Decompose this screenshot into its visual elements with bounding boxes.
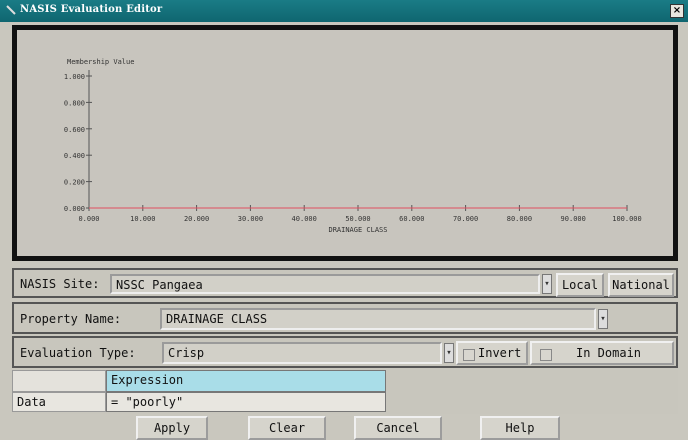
- evaluation-label: Evaluation Type:: [20, 346, 136, 360]
- x-tick-label: 40.000: [292, 215, 317, 223]
- membership-chart: 0.000 0.200 0.400 0.600 0.800 1.000 0.000 10.00…: [64, 58, 642, 234]
- close-button[interactable]: ×: [670, 4, 684, 18]
- y-tick-label: 0.200: [64, 179, 85, 187]
- property-dropdown-arrow-icon[interactable]: ▾: [598, 309, 608, 329]
- in-domain-checkbox[interactable]: [540, 349, 552, 361]
- site-dropdown-arrow-icon[interactable]: ▾: [542, 274, 552, 294]
- x-tick-label: 60.000: [399, 215, 424, 223]
- property-label: Property Name:: [20, 312, 122, 326]
- clear-button[interactable]: Clear: [248, 416, 326, 440]
- property-row: Property Name: DRAINAGE CLASS ▾: [12, 302, 678, 334]
- grid-corner-cell: [12, 370, 106, 392]
- expression-grid: Expression Data = "poorly": [12, 370, 678, 414]
- window-menu-icon[interactable]: [6, 3, 16, 17]
- chart-frame: 0.000 0.200 0.400 0.600 0.800 1.000 0.000 10.00…: [12, 25, 678, 261]
- x-tick-label: 50.000: [345, 215, 370, 223]
- invert-checkbox[interactable]: [463, 349, 475, 361]
- x-tick-label: 70.000: [453, 215, 478, 223]
- in-domain-label: In Domain: [576, 346, 642, 360]
- site-label: NASIS Site:: [20, 277, 100, 291]
- x-tick-label: 100.000: [612, 215, 642, 223]
- y-tick-label: 1.000: [64, 73, 85, 81]
- evaluation-row: Evaluation Type: Crisp ▾ Invert In Domai…: [12, 336, 678, 368]
- evaluation-dropdown-arrow-icon[interactable]: ▾: [444, 343, 454, 363]
- window-title: NASIS Evaluation Editor: [20, 4, 163, 15]
- x-tick-label: 80.000: [507, 215, 532, 223]
- x-tick-label: 0.000: [78, 215, 99, 223]
- y-tick-label: 0.400: [64, 152, 85, 160]
- property-field[interactable]: DRAINAGE CLASS: [160, 308, 596, 330]
- invert-label: Invert: [478, 346, 522, 360]
- y-tick-label: 0.000: [64, 205, 85, 213]
- y-tick-label: 0.600: [64, 126, 85, 134]
- chart-area: 0.000 0.200 0.400 0.600 0.800 1.000 0.000 10.00…: [17, 30, 673, 256]
- expression-cell[interactable]: = "poorly": [106, 392, 386, 412]
- cancel-button[interactable]: Cancel: [354, 416, 442, 440]
- y-axis-label: Membership Value: [67, 58, 134, 66]
- x-tick-label: 30.000: [238, 215, 263, 223]
- national-button[interactable]: National: [608, 273, 674, 297]
- y-tick-label: 0.800: [64, 99, 85, 107]
- site-field[interactable]: NSSC Pangaea: [110, 274, 540, 294]
- title-bar[interactable]: NASIS Evaluation Editor ×: [0, 0, 688, 22]
- site-row: NASIS Site: NSSC Pangaea ▾ Local Nationa…: [12, 268, 678, 298]
- editor-window: NASIS Evaluation Editor × 0.000 0.200 0.40…: [0, 0, 688, 440]
- x-tick-label: 90.000: [561, 215, 586, 223]
- data-row-label: Data: [12, 392, 106, 412]
- x-axis-label: DRAINAGE CLASS: [328, 226, 387, 234]
- in-domain-toggle[interactable]: In Domain: [530, 341, 674, 365]
- local-button[interactable]: Local: [556, 273, 604, 297]
- evaluation-type-field[interactable]: Crisp: [162, 342, 442, 364]
- x-tick-label: 20.000: [184, 215, 209, 223]
- x-tick-label: 10.000: [130, 215, 155, 223]
- apply-button[interactable]: Apply: [136, 416, 208, 440]
- expression-header[interactable]: Expression: [106, 370, 386, 392]
- help-button[interactable]: Help: [480, 416, 560, 440]
- invert-toggle[interactable]: Invert: [456, 341, 528, 365]
